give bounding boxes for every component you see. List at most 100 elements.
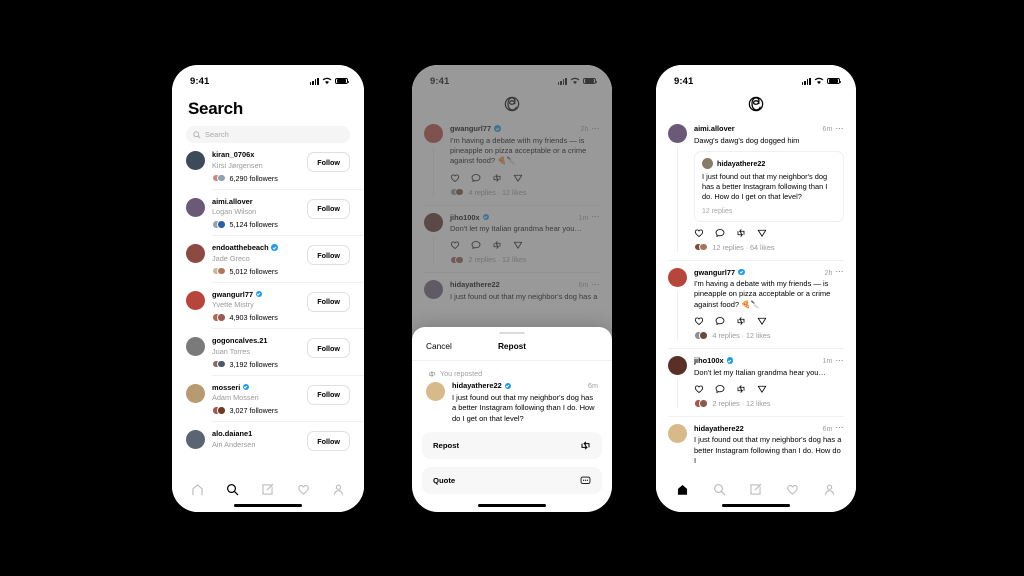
repost-action-button[interactable]: Repost (422, 432, 602, 459)
reply-icon[interactable] (471, 173, 481, 183)
post-meta[interactable]: 2 replies · 12 likes (694, 399, 844, 408)
post-username[interactable]: aimi.allover (694, 124, 735, 133)
tab-activity[interactable] (297, 483, 310, 496)
avatar[interactable] (424, 212, 443, 232)
follow-button[interactable]: Follow (307, 338, 350, 358)
like-icon[interactable] (694, 316, 704, 326)
avatar[interactable] (186, 337, 205, 356)
share-icon[interactable] (757, 384, 767, 394)
list-item[interactable]: aimi.allover Logan Wilson 5,124 followers F… (172, 190, 364, 236)
like-icon[interactable] (450, 173, 460, 183)
like-icon[interactable] (694, 228, 704, 238)
avatar[interactable] (668, 124, 687, 143)
avatar[interactable] (668, 356, 687, 376)
avatar[interactable] (424, 280, 443, 300)
post-meta[interactable]: 4 replies · 12 likes (694, 331, 844, 340)
feed-post[interactable]: aimi.allover 6m ⋯ Dawg's dawg's dog dogged … (656, 117, 856, 254)
post-timestamp: 6m (588, 381, 598, 391)
avatar[interactable] (186, 197, 205, 217)
tab-compose[interactable] (749, 483, 762, 496)
tab-search[interactable] (713, 483, 726, 496)
list-item[interactable]: gwangurl77 Yvette Mistry 4,903 followers Fo… (172, 283, 364, 329)
list-item[interactable]: kiran_0706x Kirsi Jørgensen 6,290 follower… (172, 143, 364, 189)
post-username[interactable]: hidayathere22 (450, 280, 500, 289)
more-options-icon[interactable]: ⋯ (836, 424, 845, 432)
list-item[interactable]: gogoncalves.21 Juan Torres 3,192 followers… (172, 329, 364, 375)
avatar[interactable] (186, 383, 205, 403)
tab-activity[interactable] (786, 483, 799, 496)
post-username[interactable]: jiho100x (694, 356, 724, 365)
feed-post[interactable]: jiho100x 1m ⋯ Don't let my Italian grandma … (656, 349, 856, 410)
post-username[interactable]: gwangurl77 (694, 268, 735, 277)
follow-button[interactable]: Follow (307, 384, 350, 405)
share-icon[interactable] (757, 228, 767, 238)
repost-icon[interactable] (736, 316, 746, 326)
tab-profile[interactable] (332, 483, 345, 496)
list-item[interactable]: mosseri Adam Mosseri 3,027 followers Follow (172, 376, 364, 422)
status-time: 9:41 (674, 75, 694, 87)
follow-button[interactable]: Follow (307, 431, 350, 451)
more-options-icon[interactable]: ⋯ (592, 124, 601, 132)
repost-icon[interactable] (492, 173, 502, 183)
more-options-icon[interactable]: ⋯ (836, 356, 845, 364)
repost-icon[interactable] (736, 384, 746, 394)
tab-search[interactable] (226, 483, 239, 496)
post-username[interactable]: jiho100x (450, 213, 480, 222)
repost-icon[interactable] (736, 228, 746, 238)
feed-post[interactable]: hidayathere22 6m ⋯ I just found out that my… (412, 273, 612, 304)
cancel-button[interactable]: Cancel (426, 341, 452, 351)
reply-icon[interactable] (715, 316, 725, 326)
post-meta[interactable]: 2 replies · 12 likes (450, 255, 600, 264)
feed-post[interactable]: hidayathere22 6m ⋯ I just found out that my… (656, 417, 856, 469)
tab-home[interactable] (191, 483, 204, 496)
post-meta[interactable]: 12 replies · 64 likes (694, 243, 844, 252)
reply-icon[interactable] (715, 384, 725, 394)
follow-button[interactable]: Follow (307, 291, 350, 312)
reply-icon[interactable] (715, 228, 725, 238)
more-options-icon[interactable]: ⋯ (592, 213, 601, 221)
cellular-bars-icon (801, 77, 811, 85)
share-icon[interactable] (513, 173, 523, 183)
list-item[interactable]: endoatthebeach Jade Greco 5,012 followers F… (172, 236, 364, 282)
list-item-username: endoatthebeach (212, 243, 300, 252)
feed-post[interactable]: jiho100x 1m ⋯ Don't let my Italian grandma … (412, 206, 612, 267)
follow-button[interactable]: Follow (307, 152, 350, 172)
feed-post[interactable]: gwangurl77 2h ⋯ I'm having a debate with my… (412, 117, 612, 199)
share-icon[interactable] (757, 316, 767, 326)
like-icon[interactable] (450, 240, 460, 250)
tab-compose[interactable] (261, 483, 274, 496)
post-meta[interactable]: 4 replies · 12 likes (450, 188, 600, 197)
list-item[interactable]: alo.daiane1 Airi Andersen Follow (172, 422, 364, 457)
like-icon[interactable] (694, 384, 704, 394)
verified-badge-icon (242, 383, 250, 391)
quoted-post-header: hidayathere22 (702, 157, 836, 169)
post-username[interactable]: hidayathere22 (694, 424, 744, 433)
verified-badge-icon (726, 357, 734, 364)
feed-post[interactable]: gwangurl77 2h ⋯ I'm having a debate with my… (656, 261, 856, 343)
post-username[interactable]: hidayathere22 (452, 381, 502, 390)
more-options-icon[interactable]: ⋯ (592, 280, 601, 288)
avatar[interactable] (668, 267, 687, 287)
quoted-post-card[interactable]: hidayathere22 I just found out that my ne… (694, 150, 844, 222)
avatar[interactable] (186, 244, 205, 263)
tab-profile[interactable] (823, 483, 836, 496)
follow-button[interactable]: Follow (307, 198, 350, 219)
tab-home[interactable] (676, 483, 689, 496)
share-icon[interactable] (513, 240, 523, 250)
avatar[interactable] (186, 430, 205, 449)
repost-icon[interactable] (492, 240, 502, 250)
list-item-realname: Juan Torres (212, 346, 250, 356)
avatar[interactable] (186, 151, 205, 170)
post-text: Don't let my Italian grandma hear you… (694, 367, 826, 377)
search-input[interactable]: Search (186, 126, 350, 143)
avatar[interactable] (424, 124, 443, 143)
reply-icon[interactable] (471, 240, 481, 250)
quote-action-button[interactable]: Quote (422, 467, 602, 494)
follow-button[interactable]: Follow (307, 245, 350, 265)
verified-badge-icon (482, 213, 490, 221)
more-options-icon[interactable]: ⋯ (836, 124, 845, 132)
avatar[interactable] (186, 290, 205, 310)
avatar[interactable] (668, 423, 687, 443)
more-options-icon[interactable]: ⋯ (836, 268, 845, 276)
post-username[interactable]: gwangurl77 (450, 124, 491, 133)
